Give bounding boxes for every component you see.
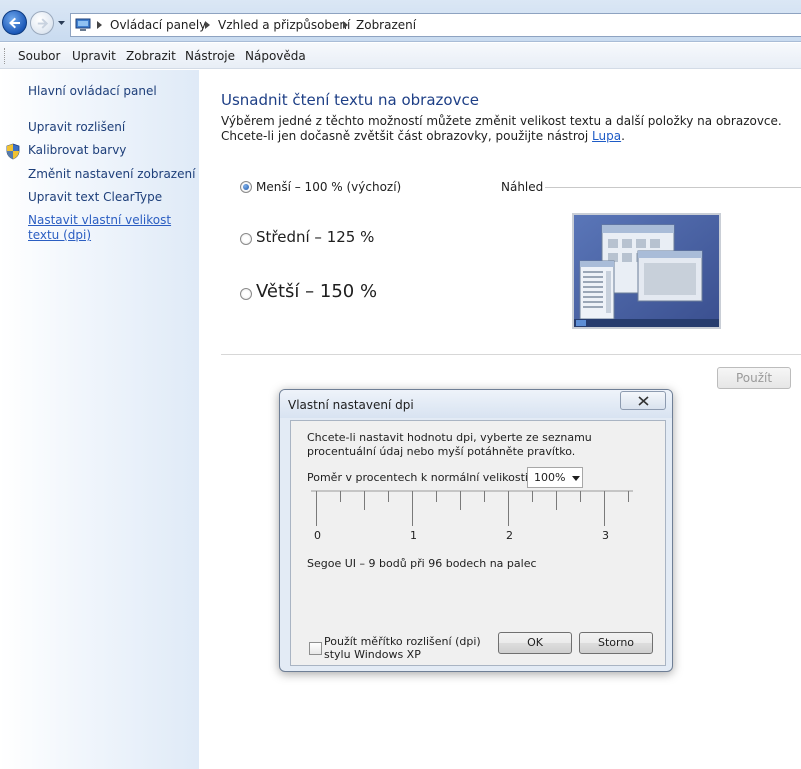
radio-small-label[interactable]: Menší – 100 % (výchozí) bbox=[256, 180, 401, 194]
ruler-label-0: 0 bbox=[314, 529, 321, 542]
radio-large[interactable] bbox=[240, 288, 252, 300]
content-divider bbox=[221, 354, 801, 355]
breadcrumb-ovladaci-panely[interactable]: Ovládací panely bbox=[110, 18, 206, 32]
page-description: Výběrem jedné z těchto možností můžete z… bbox=[221, 114, 791, 144]
cancel-button[interactable]: Storno bbox=[579, 632, 653, 654]
font-info: Segoe UI – 9 bodů při 96 bodech na palec bbox=[307, 557, 537, 570]
arrow-right-icon bbox=[37, 18, 49, 29]
ruler-label-3: 3 bbox=[602, 529, 609, 542]
ratio-value: 100% bbox=[534, 471, 566, 484]
radio-medium[interactable] bbox=[240, 233, 252, 245]
dialog-description: Chcete-li nastavit hodnotu dpi, vyberte … bbox=[307, 431, 592, 458]
preview-image bbox=[572, 213, 721, 329]
close-icon bbox=[638, 396, 649, 406]
menu-bar: Soubor Upravit Zobrazit Nástroje Nápověd… bbox=[0, 43, 801, 69]
xp-scaling-label[interactable]: Použít měřítko rozlišení (dpi) stylu Win… bbox=[324, 635, 504, 661]
preview-divider bbox=[545, 187, 801, 188]
sidebar: Hlavní ovládací panel Upravit rozlišení … bbox=[0, 70, 199, 769]
control-panel-icon bbox=[75, 18, 91, 31]
menu-soubor[interactable]: Soubor bbox=[18, 49, 60, 63]
ruler-label-2: 2 bbox=[506, 529, 513, 542]
sidebar-home-link[interactable]: Hlavní ovládací panel bbox=[28, 84, 157, 98]
dialog-title: Vlastní nastavení dpi bbox=[288, 398, 414, 412]
description-end: . bbox=[621, 129, 625, 143]
shield-icon bbox=[6, 143, 20, 160]
preview-heading: Náhled bbox=[501, 180, 544, 194]
sidebar-item-display-settings[interactable]: Změnit nastavení zobrazení bbox=[28, 167, 195, 181]
ok-button[interactable]: OK bbox=[498, 632, 572, 654]
radio-small[interactable] bbox=[240, 181, 252, 193]
ratio-label: Poměr v procentech k normální velikosti: bbox=[307, 471, 532, 484]
radio-medium-label[interactable]: Střední – 125 % bbox=[256, 228, 374, 246]
apply-button[interactable]: Použít bbox=[717, 367, 791, 389]
menu-upravit[interactable]: Upravit bbox=[72, 49, 116, 63]
menu-zobrazit[interactable]: Zobrazit bbox=[126, 49, 176, 63]
sidebar-item-cleartype[interactable]: Upravit text ClearType bbox=[28, 190, 162, 204]
ratio-select[interactable]: 100% bbox=[527, 467, 583, 488]
back-button[interactable] bbox=[2, 10, 27, 35]
address-bar: Ovládací panely Vzhled a přizpůsobení Zo… bbox=[0, 0, 801, 42]
chevron-down-icon bbox=[572, 476, 580, 481]
menu-nastroje[interactable]: Nástroje bbox=[185, 49, 235, 63]
breadcrumb-zobrazeni[interactable]: Zobrazení bbox=[356, 18, 416, 32]
history-dropdown-icon[interactable] bbox=[57, 18, 66, 28]
sidebar-item-calibrate[interactable]: Kalibrovat barvy bbox=[28, 143, 126, 157]
address-box[interactable]: Ovládací panely Vzhled a přizpůsobení Zo… bbox=[70, 13, 801, 37]
xp-scaling-checkbox[interactable] bbox=[309, 642, 322, 655]
dialog-titlebar[interactable]: Vlastní nastavení dpi bbox=[280, 390, 672, 418]
menu-grip bbox=[4, 48, 6, 64]
breadcrumb-vzhled[interactable]: Vzhled a přizpůsobení bbox=[218, 18, 350, 32]
page-title: Usnadnit čtení textu na obrazovce bbox=[221, 91, 479, 109]
lupa-link[interactable]: Lupa bbox=[592, 129, 621, 143]
arrow-left-icon bbox=[9, 17, 20, 29]
breadcrumb-separator-icon[interactable] bbox=[343, 21, 348, 29]
sidebar-item-custom-dpi[interactable]: Nastavit vlastní velikost textu (dpi) bbox=[28, 213, 193, 243]
breadcrumb-separator-icon[interactable] bbox=[205, 21, 210, 29]
dpi-ruler[interactable]: 0 1 2 3 bbox=[311, 490, 633, 546]
radio-large-label[interactable]: Větší – 150 % bbox=[256, 281, 377, 302]
ruler-label-1: 1 bbox=[410, 529, 417, 542]
menu-napoveda[interactable]: Nápověda bbox=[245, 49, 306, 63]
forward-button[interactable] bbox=[30, 11, 54, 35]
description-text: Výběrem jedné z těchto možností můžete z… bbox=[221, 114, 782, 143]
sidebar-item-resolution[interactable]: Upravit rozlišení bbox=[28, 120, 125, 134]
custom-dpi-dialog: Vlastní nastavení dpi Chcete-li nastavit… bbox=[279, 389, 673, 672]
breadcrumb-separator-icon bbox=[97, 21, 102, 29]
dialog-close-button[interactable] bbox=[620, 391, 666, 410]
ruler-ticks bbox=[316, 491, 629, 526]
